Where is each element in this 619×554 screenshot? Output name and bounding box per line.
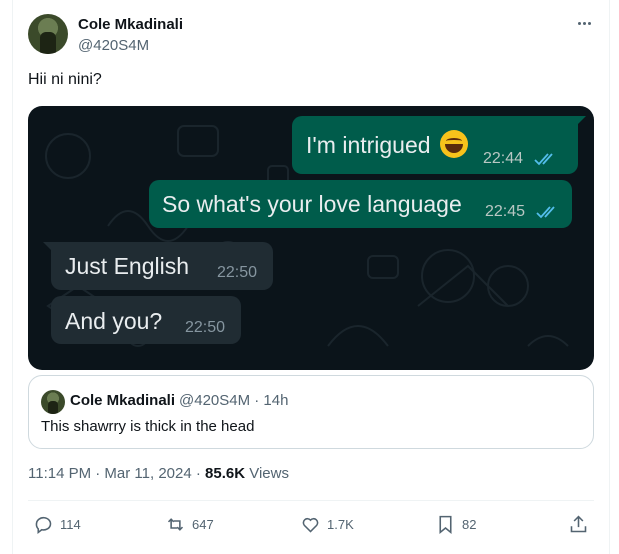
repost-icon xyxy=(167,517,184,531)
chat-screenshot-image[interactable]: I'm intrigued 22:44 So what's your love … xyxy=(28,106,594,370)
views-count: 85.6K xyxy=(205,465,246,482)
chat-message-time: 22:50 xyxy=(217,264,258,281)
avatar[interactable] xyxy=(28,14,68,54)
chat-message-text: I'm intrigued xyxy=(306,132,431,158)
reply-icon xyxy=(35,516,52,534)
reply-count: 114 xyxy=(60,516,81,532)
bookmark-count: 82 xyxy=(462,516,477,532)
rolling-on-floor-laughing-icon xyxy=(440,130,468,158)
chat-message-time: 22:45 xyxy=(485,203,526,220)
like-count: 1.7K xyxy=(327,516,354,532)
more-options-icon[interactable] xyxy=(573,12,595,34)
bookmark-button[interactable]: 82 xyxy=(435,513,476,535)
chat-bubble-incoming: And you? 22:50 xyxy=(51,296,241,344)
heart-icon xyxy=(302,517,319,533)
chat-bubble-outgoing: I'm intrigued 22:44 xyxy=(292,116,586,174)
share-icon xyxy=(570,515,587,532)
like-button[interactable]: 1.7K xyxy=(300,513,354,535)
reply-button[interactable]: 114 xyxy=(33,513,81,535)
tweet-timestamp[interactable]: 11:14 PM · Mar 11, 2024 · xyxy=(28,465,205,482)
quoted-avatar xyxy=(41,390,65,414)
divider xyxy=(28,500,594,501)
quoted-tweet[interactable]: Cole Mkadinali @420S4M · 14h This shawrr… xyxy=(28,375,594,449)
chat-message-time: 22:50 xyxy=(185,319,226,336)
chat-message-text: Just English xyxy=(65,253,190,279)
repost-count: 647 xyxy=(192,516,214,532)
tweet-text: Hii ni nini? xyxy=(28,71,102,88)
quoted-tweet-text: This shawrry is thick in the head xyxy=(41,418,255,435)
share-button[interactable] xyxy=(568,513,589,535)
quoted-handle-time: @420S4M · 14h xyxy=(179,392,289,409)
chat-bubble-outgoing: So what's your love language 22:45 xyxy=(149,180,572,228)
double-check-icon xyxy=(536,206,555,219)
author-handle[interactable]: @420S4M xyxy=(78,37,149,54)
views-label: Views xyxy=(245,465,289,482)
author-display-name[interactable]: Cole Mkadinali xyxy=(78,16,183,33)
tweet-meta: 11:14 PM · Mar 11, 2024 · 85.6K Views xyxy=(28,465,289,482)
chat-message-time: 22:44 xyxy=(483,150,524,167)
chat-bubble-incoming: Just English 22:50 xyxy=(43,242,273,290)
double-check-icon xyxy=(534,153,553,166)
chat-message-text: And you? xyxy=(65,308,163,334)
bookmark-icon xyxy=(439,515,452,534)
repost-button[interactable]: 647 xyxy=(165,513,214,535)
chat-message-text: So what's your love language xyxy=(162,191,462,217)
quoted-display-name: Cole Mkadinali xyxy=(70,392,176,409)
